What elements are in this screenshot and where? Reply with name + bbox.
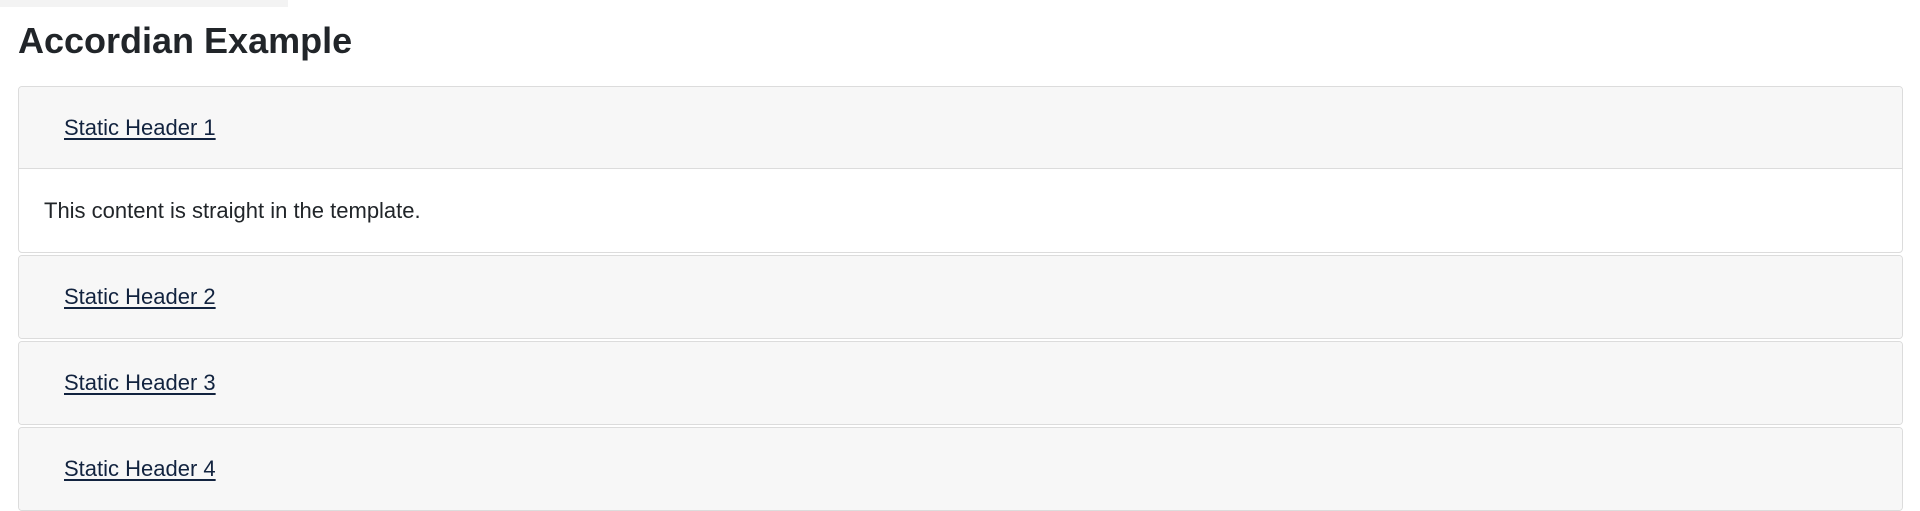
- accordion: Static Header 1 This content is straight…: [18, 86, 1903, 511]
- accordion-panel-2: Static Header 2: [18, 255, 1903, 339]
- page: Accordian Example Static Header 1 This c…: [0, 0, 1920, 511]
- accordion-header-3-link[interactable]: Static Header 3: [64, 370, 216, 396]
- accordion-header-1-link[interactable]: Static Header 1: [64, 115, 216, 141]
- accordion-panel-1: Static Header 1 This content is straight…: [18, 86, 1903, 253]
- accordion-body-1: This content is straight in the template…: [44, 197, 421, 223]
- accordion-panel-4: Static Header 4: [18, 427, 1903, 511]
- accordion-header-4[interactable]: Static Header 4: [19, 428, 1902, 510]
- accordion-panel-3: Static Header 3: [18, 341, 1903, 425]
- accordion-header-4-link[interactable]: Static Header 4: [64, 456, 216, 482]
- accordion-header-2[interactable]: Static Header 2: [19, 256, 1902, 338]
- accordion-header-3[interactable]: Static Header 3: [19, 342, 1902, 424]
- page-title: Accordian Example: [18, 20, 353, 61]
- accordion-header-2-link[interactable]: Static Header 2: [64, 284, 216, 310]
- accordion-header-1[interactable]: Static Header 1: [19, 87, 1902, 169]
